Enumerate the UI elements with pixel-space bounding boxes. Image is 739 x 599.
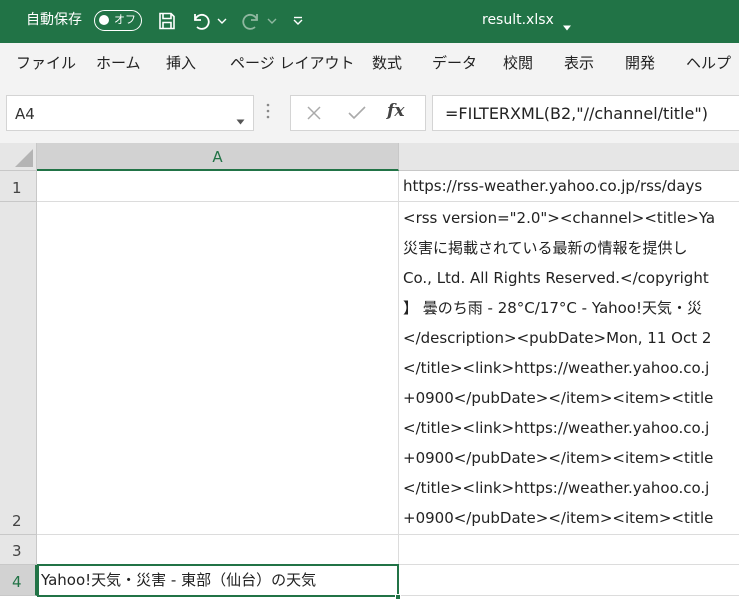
cell-a1[interactable] [37, 171, 399, 202]
file-name[interactable]: result.xlsx [482, 11, 554, 29]
cell-b2-line: +0900</pubDate></item><item><title [403, 509, 714, 527]
name-box-chevron-icon[interactable] [236, 110, 245, 129]
cell-b4[interactable] [399, 565, 739, 596]
tab-help[interactable]: ヘルプ [686, 53, 731, 73]
tab-view[interactable]: 表示 [564, 53, 594, 73]
cell-b2-line: +0900</pubDate></item><item><title [403, 449, 714, 467]
title-bar: 自動保存 オフ result.xlsx [0, 0, 739, 43]
cell-a2[interactable] [37, 202, 399, 535]
insert-function-icon[interactable]: fx [387, 101, 404, 121]
fill-handle[interactable] [395, 594, 401, 599]
column-header-b[interactable] [399, 143, 739, 171]
undo-dropdown-icon[interactable] [216, 9, 228, 33]
cell-b2-line: </description><pubDate>Mon, 11 Oct 2 [403, 329, 712, 347]
tab-formulas[interactable]: 数式 [372, 53, 402, 73]
autosave-state: オフ [114, 13, 136, 26]
tab-review[interactable]: 校閲 [503, 53, 533, 73]
cell-b2-line: 災害に掲載されている最新の情報を提供し [403, 239, 688, 257]
autosave-toggle[interactable]: オフ [94, 10, 142, 31]
cell-b2-line: <rss version="2.0"><channel><title>Ya [403, 209, 716, 227]
cell-b2-line: +0900</pubDate></item><item><title [403, 389, 714, 407]
autosave-label: 自動保存 [26, 12, 82, 28]
redo-icon[interactable] [238, 9, 264, 33]
tab-developer[interactable]: 開発 [625, 53, 655, 73]
formula-bar-resize-icon[interactable] [266, 103, 270, 123]
select-all-corner[interactable] [0, 143, 37, 171]
cell-b1[interactable]: https://rss-weather.yahoo.co.jp/rss/days [399, 171, 739, 202]
tab-page-layout[interactable]: ページ レイアウト [230, 53, 354, 73]
tab-insert[interactable]: 挿入 [166, 53, 196, 73]
formula-buttons: fx [290, 95, 426, 131]
active-cell-border [37, 564, 399, 597]
tab-home[interactable]: ホーム [96, 53, 141, 73]
row-header-4[interactable]: 4 [0, 565, 37, 596]
cell-b2[interactable]: <rss version="2.0"><channel><title>Ya 災害… [399, 202, 739, 535]
row-header-2[interactable]: 2 [0, 202, 37, 535]
cell-b2-line: </title><link>https://weather.yahoo.co.j [403, 419, 710, 437]
ribbon-tabs: ファイル ホーム 挿入 ページ レイアウト 数式 データ 校閲 表示 開発 ヘル… [0, 43, 739, 83]
cell-b1-text: https://rss-weather.yahoo.co.jp/rss/days [403, 177, 703, 195]
cell-b2-line: Co., Ltd. All Rights Reserved.</copyrigh… [403, 269, 709, 287]
name-box-value: A4 [15, 105, 35, 123]
enter-check-icon[interactable] [345, 96, 369, 130]
row-header-3[interactable]: 3 [0, 535, 37, 565]
formula-bar: A4 fx =FILTERXML(B2,"//channel/title") [0, 83, 739, 143]
cell-b2-line: </title><link>https://weather.yahoo.co.j [403, 359, 710, 377]
name-box[interactable]: A4 [6, 95, 254, 131]
save-icon[interactable] [154, 9, 180, 33]
cell-b2-line: </title><link>https://weather.yahoo.co.j [403, 479, 710, 497]
toggle-knob [99, 15, 109, 25]
undo-icon[interactable] [188, 9, 214, 33]
column-header-a[interactable]: A [37, 143, 399, 171]
redo-dropdown-icon[interactable] [266, 9, 278, 33]
tab-data[interactable]: データ [432, 53, 477, 73]
formula-input[interactable]: =FILTERXML(B2,"//channel/title") [432, 95, 739, 131]
formula-text: =FILTERXML(B2,"//channel/title") [445, 104, 708, 123]
cell-a3[interactable] [37, 535, 399, 565]
cell-b2-line: 】 曇のち雨 - 28°C/17°C - Yahoo!天気・災 [403, 299, 703, 317]
file-name-chevron-icon[interactable] [562, 16, 572, 35]
spreadsheet-grid: A 1 https://rss-weather.yahoo.co.jp/rss/… [0, 143, 739, 599]
cell-b3[interactable] [399, 535, 739, 565]
row-header-1[interactable]: 1 [0, 171, 37, 202]
cancel-icon[interactable] [303, 96, 325, 130]
tab-file[interactable]: ファイル [16, 53, 76, 73]
customize-toolbar-icon[interactable] [290, 9, 306, 33]
